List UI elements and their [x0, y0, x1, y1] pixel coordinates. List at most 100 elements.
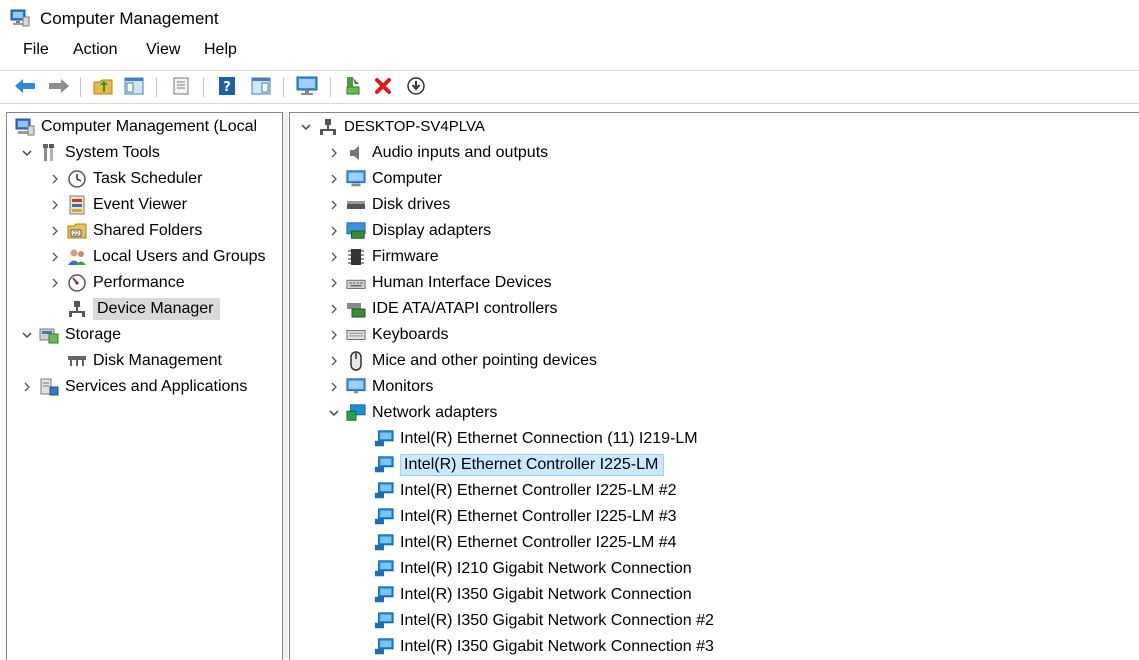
- chevron-right-icon[interactable]: [326, 327, 342, 343]
- services-icon: [39, 377, 59, 397]
- network-adapter-item[interactable]: Intel(R) I350 Gigabit Network Connection: [374, 582, 696, 608]
- category-ide[interactable]: IDE ATA/ATAPI controllers: [326, 296, 562, 322]
- device-tree-root[interactable]: DESKTOP-SV4PLVA: [298, 114, 489, 140]
- back-icon[interactable]: [14, 75, 36, 97]
- menu-action[interactable]: Action: [72, 41, 118, 59]
- tree-item-device-manager[interactable]: Device Manager: [67, 296, 220, 322]
- adapter-label: Intel(R) Ethernet Controller I225-LM #3: [400, 508, 677, 525]
- computer-network-icon: [318, 117, 338, 137]
- network-adapter-item[interactable]: Intel(R) I350 Gigabit Network Connection…: [374, 634, 718, 660]
- chevron-right-icon[interactable]: [47, 249, 63, 265]
- network-adapter-icon: [374, 637, 394, 657]
- monitor-icon[interactable]: [296, 75, 318, 97]
- category-display-adapters[interactable]: Display adapters: [326, 218, 495, 244]
- chevron-right-icon[interactable]: [47, 197, 63, 213]
- device-tree-pane[interactable]: DESKTOP-SV4PLVA Audio inputs and outputs…: [289, 112, 1139, 660]
- chevron-right-icon[interactable]: [47, 275, 63, 291]
- toolbar-separator: [156, 77, 157, 97]
- tree-item-task-scheduler[interactable]: Task Scheduler: [47, 166, 206, 192]
- tree-item-event-viewer[interactable]: Event Viewer: [47, 192, 191, 218]
- tree-item-label: Performance: [93, 274, 185, 291]
- network-adapter-item[interactable]: Intel(R) I350 Gigabit Network Connection…: [374, 608, 718, 634]
- network-adapter-icon: [374, 455, 394, 475]
- tree-item-services[interactable]: Services and Applications: [19, 374, 251, 400]
- chevron-down-icon[interactable]: [19, 145, 35, 161]
- chevron-down-icon[interactable]: [298, 119, 314, 135]
- category-hid[interactable]: Human Interface Devices: [326, 270, 556, 296]
- category-label: Human Interface Devices: [372, 274, 552, 291]
- chevron-right-icon[interactable]: [326, 145, 342, 161]
- category-network-adapters[interactable]: Network adapters: [326, 400, 501, 426]
- chevron-right-icon[interactable]: [326, 197, 342, 213]
- ide-controller-icon: [346, 299, 366, 319]
- category-keyboards[interactable]: Keyboards: [326, 322, 453, 348]
- chevron-right-icon[interactable]: [47, 171, 63, 187]
- tree-item-label: System Tools: [65, 144, 160, 161]
- menu-view[interactable]: View: [145, 41, 181, 59]
- tree-item-storage[interactable]: Storage: [19, 322, 125, 348]
- up-folder-icon[interactable]: [92, 75, 114, 97]
- network-adapter-item[interactable]: Intel(R) Ethernet Controller I225-LM #2: [374, 478, 681, 504]
- help-icon[interactable]: ?: [216, 75, 238, 97]
- network-adapter-item[interactable]: Intel(R) Ethernet Connection (11) I219-L…: [374, 426, 702, 452]
- adapter-label: Intel(R) I350 Gigabit Network Connection: [400, 586, 692, 603]
- category-computer[interactable]: Computer: [326, 166, 446, 192]
- chevron-right-icon[interactable]: [326, 275, 342, 291]
- update-driver-icon[interactable]: [342, 75, 364, 97]
- toolbar-separator: [283, 77, 284, 97]
- chevron-right-icon[interactable]: [19, 379, 35, 395]
- adapter-label: Intel(R) Ethernet Controller I225-LM #2: [400, 482, 677, 499]
- category-label: Mice and other pointing devices: [372, 352, 598, 369]
- network-adapter-item[interactable]: Intel(R) Ethernet Controller I225-LM #4: [374, 530, 681, 556]
- category-disk-drives[interactable]: Disk drives: [326, 192, 454, 218]
- menu-file[interactable]: File: [22, 41, 50, 59]
- category-monitors[interactable]: Monitors: [326, 374, 437, 400]
- console-tree-pane[interactable]: Computer Management (Local System Tools …: [6, 112, 283, 660]
- pane-splitter[interactable]: [283, 112, 288, 659]
- tree-item-label: Services and Applications: [65, 378, 248, 395]
- properties-icon[interactable]: [170, 75, 192, 97]
- menu-help[interactable]: Help: [203, 41, 238, 59]
- category-label: Keyboards: [372, 326, 449, 343]
- network-adapter-icon: [374, 481, 394, 501]
- toolbar-separator: [330, 77, 331, 97]
- tree-item-system-tools[interactable]: System Tools: [19, 140, 164, 166]
- tree-item-local-users[interactable]: Local Users and Groups: [47, 244, 270, 270]
- chevron-right-icon[interactable]: [326, 379, 342, 395]
- category-label: Audio inputs and outputs: [372, 144, 549, 161]
- chevron-right-icon[interactable]: [326, 249, 342, 265]
- forward-icon[interactable]: [48, 75, 70, 97]
- tree-item-root[interactable]: Computer Management (Local: [15, 114, 261, 140]
- shared-folder-icon: 22: [67, 221, 87, 241]
- tree-item-shared-folders[interactable]: 22 Shared Folders: [47, 218, 206, 244]
- chevron-right-icon[interactable]: [47, 223, 63, 239]
- network-adapter-item-selected[interactable]: Intel(R) Ethernet Controller I225-LM: [374, 452, 665, 478]
- category-firmware[interactable]: Firmware: [326, 244, 443, 270]
- network-adapter-item[interactable]: Intel(R) I210 Gigabit Network Connection: [374, 556, 696, 582]
- network-adapter-item[interactable]: Intel(R) Ethernet Controller I225-LM #3: [374, 504, 681, 530]
- network-adapter-icon: [374, 533, 394, 553]
- chevron-right-icon[interactable]: [326, 301, 342, 317]
- category-mice[interactable]: Mice and other pointing devices: [326, 348, 601, 374]
- uninstall-device-icon[interactable]: [372, 75, 394, 97]
- speaker-icon: [346, 143, 366, 163]
- tree-item-performance[interactable]: Performance: [47, 270, 189, 296]
- disk-drive-icon: [346, 195, 366, 215]
- category-audio[interactable]: Audio inputs and outputs: [326, 140, 552, 166]
- chevron-right-icon[interactable]: [326, 223, 342, 239]
- show-hide-console-tree-icon[interactable]: [123, 75, 145, 97]
- chevron-down-icon[interactable]: [19, 327, 35, 343]
- disk-management-icon: [67, 351, 87, 371]
- show-hide-action-pane-icon[interactable]: [250, 75, 272, 97]
- chevron-down-icon[interactable]: [326, 405, 342, 421]
- chevron-right-icon[interactable]: [326, 353, 342, 369]
- toolbar-separator: [80, 77, 81, 97]
- disable-device-icon[interactable]: [405, 75, 427, 97]
- adapter-label: Intel(R) I350 Gigabit Network Connection…: [400, 638, 714, 655]
- category-label: IDE ATA/ATAPI controllers: [372, 300, 558, 317]
- toolbar-separator: [203, 77, 204, 97]
- network-adapter-icon: [374, 559, 394, 579]
- tree-item-disk-management[interactable]: Disk Management: [67, 348, 226, 374]
- chevron-right-icon[interactable]: [326, 171, 342, 187]
- computer-monitor-icon: [346, 169, 366, 189]
